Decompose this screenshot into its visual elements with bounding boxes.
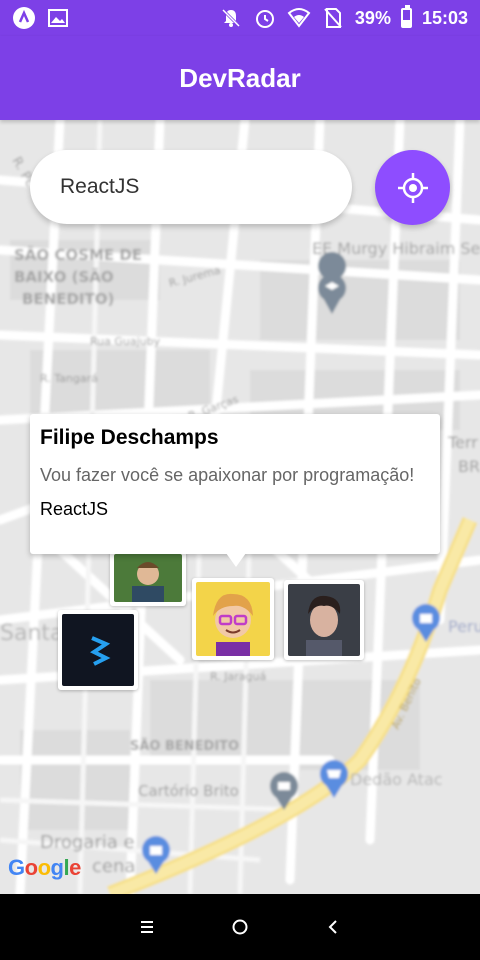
map-label: SÃO BENEDITO [130, 738, 239, 754]
map-label: Drogaria e [40, 832, 135, 853]
map-label: BENEDITO) [22, 290, 114, 308]
map-label: Dedão Atac [350, 770, 443, 789]
map-label: Rua Guajuby [90, 335, 161, 348]
map-label: cena [92, 856, 135, 877]
my-location-icon [397, 172, 428, 203]
search-input-value: ReactJS [60, 175, 140, 198]
system-nav-bar [0, 894, 480, 960]
dev-callout[interactable]: Filipe Deschamps Vou fazer você se apaix… [30, 414, 440, 554]
clock: 15:03 [421, 7, 468, 28]
dev-techs: ReactJS [40, 499, 109, 519]
app-icon [12, 6, 36, 30]
status-bar: 39% 15:03 [0, 0, 480, 36]
menu-icon [140, 921, 153, 933]
recents-button[interactable] [127, 907, 167, 947]
map-label: Cartório Brito [138, 782, 239, 800]
dev-name: Filipe Deschamps [40, 426, 219, 449]
dev-avatar [62, 614, 134, 686]
back-button[interactable] [313, 907, 353, 947]
dev-marker[interactable] [110, 550, 186, 606]
dev-bio: Vou fazer você se apaixonar por programa… [40, 465, 415, 485]
dev-marker[interactable] [284, 580, 364, 660]
map-label: BAIXO (SÃO [14, 267, 114, 286]
map-label: R. Jaraguá [210, 670, 266, 683]
dev-avatar [196, 582, 270, 656]
map-label: Santa [0, 621, 64, 646]
image-icon [46, 6, 70, 30]
dev-avatar [288, 584, 360, 656]
map-label: BR [458, 457, 480, 476]
wifi-icon [287, 6, 311, 30]
google-logo: Google [8, 855, 81, 880]
app-bar: DevRadar [0, 36, 480, 120]
callout-pointer [226, 553, 246, 567]
dev-marker[interactable] [58, 610, 138, 690]
home-button[interactable] [220, 907, 260, 947]
dev-avatar [114, 554, 182, 602]
no-sim-icon [321, 6, 345, 30]
battery-fill [402, 19, 410, 26]
battery-percent: 39% [354, 7, 391, 28]
back-chevron-icon [328, 920, 338, 934]
alarm-icon [253, 6, 277, 30]
map-label: Perua [448, 617, 480, 636]
app-title: DevRadar [179, 62, 301, 93]
search-input[interactable]: ReactJS [30, 150, 352, 224]
notifications-off-icon [219, 6, 243, 30]
map-label: R. Tangará [40, 372, 98, 385]
locate-button[interactable] [375, 150, 450, 225]
map-label: SÃO COSME DE [14, 245, 142, 264]
dev-marker[interactable] [192, 578, 274, 660]
map-label: Terr [447, 433, 478, 452]
battery-icon [400, 5, 412, 28]
home-circle-icon [232, 919, 248, 935]
